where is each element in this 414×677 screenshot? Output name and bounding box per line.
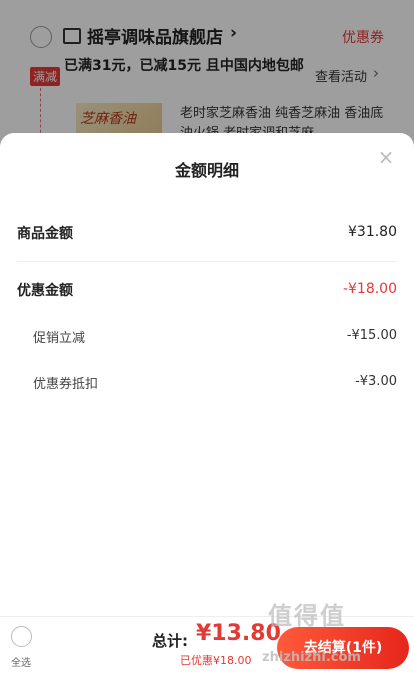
chevron-right-icon: › bbox=[230, 23, 238, 43]
product-thumbnail-text: 芝麻香油 bbox=[80, 111, 136, 127]
goods-amount-value: ¥31.80 bbox=[348, 224, 397, 240]
total-label: 总计: bbox=[152, 632, 188, 650]
divider bbox=[17, 261, 397, 262]
promo-discount-value: -¥15.00 bbox=[346, 328, 397, 343]
select-all-radio[interactable] bbox=[11, 626, 32, 647]
coupon-deduction-value: -¥3.00 bbox=[355, 374, 397, 389]
discount-amount-value: -¥18.00 bbox=[342, 281, 397, 297]
saved-amount: 已优惠¥18.00 bbox=[180, 654, 252, 667]
coupon-link[interactable]: 优惠券 bbox=[342, 27, 384, 47]
goods-amount-label: 商品金额 bbox=[17, 226, 73, 242]
close-icon[interactable]: × bbox=[374, 145, 398, 169]
checkout-bar: 全选 总计: ¥13.80 已优惠¥18.00 去结算(1件) bbox=[0, 616, 414, 677]
promo-discount-label: 促销立减 bbox=[33, 331, 86, 346]
sheet-title: 金额明细 bbox=[174, 161, 239, 180]
promo-text: 已满31元，已减15元 且中国内地包邮 bbox=[64, 58, 304, 74]
promo-divider bbox=[40, 88, 41, 138]
select-all-label[interactable]: 全选 bbox=[11, 654, 31, 669]
chevron-right-icon: › bbox=[373, 64, 379, 82]
see-activity-link[interactable]: 查看活动 bbox=[315, 66, 367, 85]
store-name[interactable]: 摇亭调味品旗舰店 bbox=[87, 23, 223, 48]
promo-badge: 满减 bbox=[30, 67, 61, 86]
watermark-logo: 值得值 bbox=[268, 602, 346, 630]
store-select-radio[interactable] bbox=[30, 26, 52, 48]
discount-amount-label: 优惠金额 bbox=[17, 283, 73, 299]
watermark-url: zhizhizhi.com bbox=[262, 650, 361, 665]
store-icon bbox=[63, 28, 81, 44]
coupon-deduction-label: 优惠券抵扣 bbox=[33, 377, 99, 392]
amount-detail-sheet: 金额明细 × 商品金额 ¥31.80 优惠金额 -¥18.00 促销立减 -¥1… bbox=[0, 133, 414, 676]
